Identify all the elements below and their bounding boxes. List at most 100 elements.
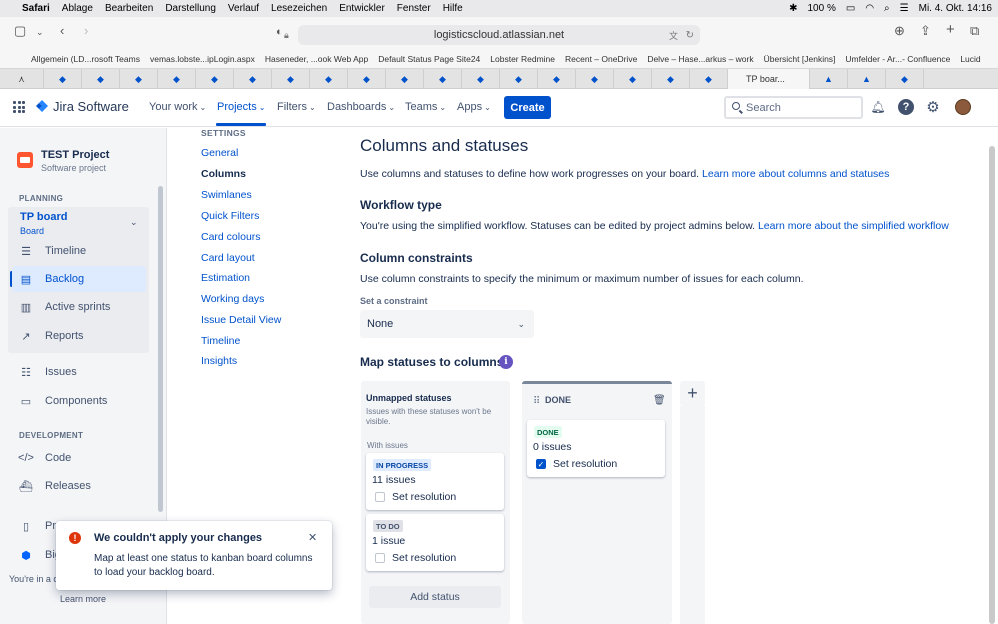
board-name[interactable]: TP board [20,211,67,223]
tab-jira[interactable]: ◆ [614,69,652,89]
bookmark-item[interactable]: Allgemein (LD...rosoft Teams [31,54,140,64]
status-card-to-do[interactable]: TO DO 1 issue Set resolution [366,514,504,571]
tab-jira[interactable]: ◆ [386,69,424,89]
menu-verlauf[interactable]: Verlauf [228,3,259,14]
sidebar-toggle-icon[interactable]: ▢ [14,23,26,39]
jira-logo[interactable]: Jira Software [36,99,129,114]
done-column[interactable]: ⠿ DONE 🗑︎ DONE 0 issues ✓ Set resolution [522,381,672,624]
help-icon[interactable]: ? [898,99,914,115]
sidebar-item-releases[interactable]: ⛴︎ Releases [19,473,147,499]
bookmark-item[interactable]: Recent – OneDrive [565,54,637,64]
address-bar[interactable]: 🔒︎ logisticscloud.atlassian.net 文 ↻ [284,25,700,45]
status-card-in-progress[interactable]: IN PROGRESS 11 issues Set resolution [366,453,504,510]
constraint-select[interactable]: None ⌄ [360,310,534,338]
drag-handle-icon[interactable]: ⠿ [533,396,540,407]
bookmark-item[interactable]: Haseneder, ...ook Web App [265,54,368,64]
menu-entwickler[interactable]: Entwickler [339,3,385,14]
menu-lesezeichen[interactable]: Lesezeichen [271,3,327,14]
set-resolution-checkbox[interactable]: Set resolution [375,552,456,564]
sidebar-item-timeline[interactable]: ☰ Timeline [19,238,147,264]
status-card-done[interactable]: DONE 0 issues ✓ Set resolution [527,420,665,477]
settings-nav-card-layout[interactable]: Card layout [201,252,255,264]
checkbox-unchecked[interactable] [375,492,385,502]
tab-jira[interactable]: ◆ [576,69,614,89]
tab-tp-board[interactable]: TP boar... [728,69,810,89]
tab-jira[interactable]: ◆ [234,69,272,89]
sidebar-item-components[interactable]: ▭ Components [19,388,147,414]
tab-jira[interactable]: ◆ [348,69,386,89]
tab-jira[interactable]: ◆ [310,69,348,89]
avatar[interactable] [955,99,971,115]
bluetooth-icon[interactable]: ✱ [789,3,797,14]
page-scrollbar[interactable] [989,146,995,624]
translate-icon[interactable]: 文 [669,29,678,42]
sidebar-item-active-sprints[interactable]: ▥ Active sprints [19,294,147,320]
project-name[interactable]: TEST Project [41,149,109,161]
column-title[interactable]: DONE [545,395,571,405]
checkbox-unchecked[interactable] [375,553,385,563]
add-column-button[interactable]: + [680,381,705,406]
wifi-icon[interactable]: ◠ [865,3,874,14]
app-switcher-icon[interactable] [13,101,25,113]
tab-jira[interactable]: ◆ [272,69,310,89]
battery-icon[interactable]: ▭ [846,3,855,14]
nav-filters[interactable]: Filters ⌄ [277,101,316,113]
settings-nav-quick-filters[interactable]: Quick Filters [201,210,259,222]
tab-jira[interactable]: ◆ [462,69,500,89]
tab-confluence[interactable]: ▲ [810,69,848,89]
tab-jira[interactable]: ◆ [690,69,728,89]
menu-fenster[interactable]: Fenster [397,3,431,14]
learn-more-workflow-link[interactable]: Learn more about the simplified workflow [758,220,949,232]
notifications-icon[interactable]: 🔔︎ [870,99,886,115]
sidebar-item-code[interactable]: </> Code [18,445,147,471]
nav-teams[interactable]: Teams ⌄ [405,101,446,113]
forward-icon[interactable]: › [84,23,88,38]
clock[interactable]: Mi. 4. Okt. 14:16 [919,3,992,14]
tab-jira[interactable]: ◆ [538,69,576,89]
bookmark-item[interactable]: Delve – Hase...arkus – work [647,54,753,64]
reload-icon[interactable]: ↻ [686,30,694,41]
tab-jira[interactable]: ◆ [44,69,82,89]
info-icon[interactable]: i [499,355,513,369]
tab-jira[interactable]: ◆ [196,69,234,89]
bookmark-item[interactable]: Übersicht [Jenkins] [764,54,836,64]
settings-nav-timeline[interactable]: Timeline [201,335,240,347]
search-icon[interactable]: ⌕ [884,3,890,14]
menu-hilfe[interactable]: Hilfe [443,3,463,14]
bookmark-item[interactable]: Umfelder - Ar...- Confluence [845,54,950,64]
menu-bearbeiten[interactable]: Bearbeiten [105,3,153,14]
learn-more-columns-link[interactable]: Learn more about columns and statuses [702,168,889,180]
set-resolution-checkbox[interactable]: ✓ Set resolution [536,458,617,470]
nav-dashboards[interactable]: Dashboards ⌄ [327,101,395,113]
tab-jira[interactable]: ◆ [886,69,924,89]
download-icon[interactable]: ⊕ [894,23,905,39]
settings-nav-working-days[interactable]: Working days [201,293,264,305]
chevron-down-icon[interactable]: ⌄ [130,217,138,228]
menu-darstellung[interactable]: Darstellung [165,3,216,14]
bookmark-item[interactable]: Default Status Page Site24 [378,54,480,64]
tab-jira[interactable]: ◆ [82,69,120,89]
chevron-down-icon[interactable]: ⌄ [36,27,44,38]
search-input[interactable]: Search [724,96,863,119]
tab-jira[interactable]: ◆ [424,69,462,89]
settings-nav-estimation[interactable]: Estimation [201,272,250,284]
sidebar-item-backlog[interactable]: ▤ Backlog [12,266,146,292]
control-center-icon[interactable]: ☰ [900,3,909,14]
trash-icon[interactable]: 🗑︎ [653,395,666,406]
shield-icon[interactable]: ◐ [276,26,283,38]
tab-jira[interactable]: ◆ [158,69,196,89]
menu-app-name[interactable]: Safari [22,3,50,14]
nav-apps[interactable]: Apps ⌄ [457,101,491,113]
tab-jira[interactable]: ◆ [120,69,158,89]
settings-nav-card-colours[interactable]: Card colours [201,231,261,243]
nav-your-work[interactable]: Your work ⌄ [149,101,206,113]
tab-atlassian[interactable]: ⋏ [0,69,44,89]
sidebar-item-reports[interactable]: ↗ Reports [19,323,147,349]
tab-confluence[interactable]: ▲ [848,69,886,89]
add-status-button[interactable]: Add status [369,586,501,608]
set-resolution-checkbox[interactable]: Set resolution [375,491,456,503]
bookmark-item[interactable]: Lobster Redmine [490,54,555,64]
tab-overview-icon[interactable]: ⧉ [970,23,979,39]
learn-more-link[interactable]: Learn more [60,594,106,604]
create-button[interactable]: Create [504,96,551,119]
